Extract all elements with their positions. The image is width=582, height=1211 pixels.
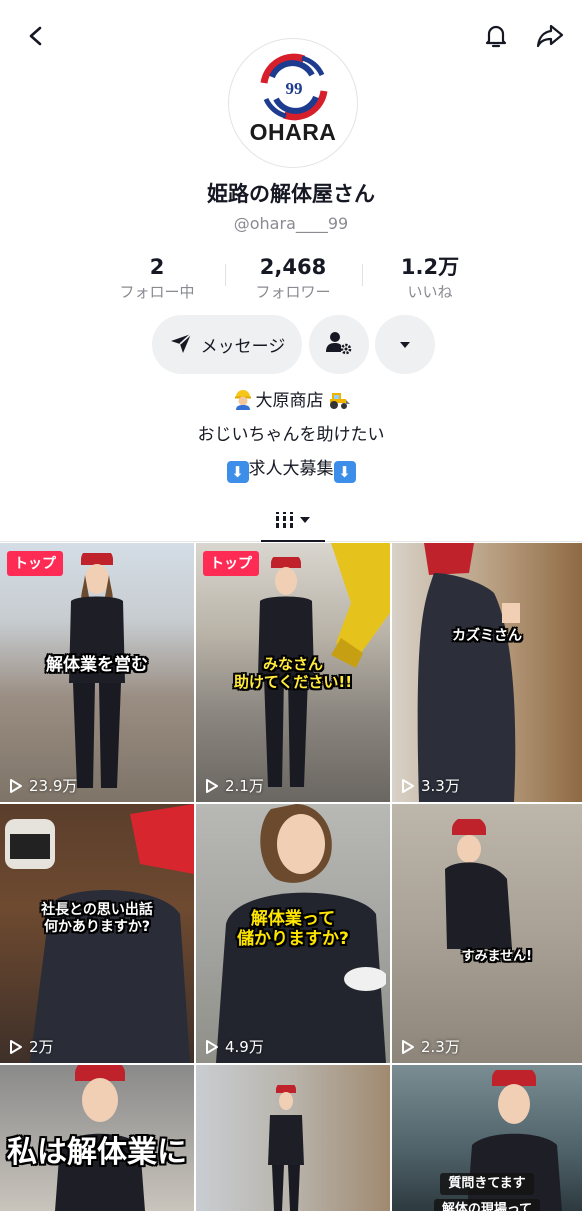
following-count: 2 (149, 255, 165, 279)
video-caption: 解体業を営む (46, 655, 148, 675)
chevron-left-icon[interactable] (18, 18, 54, 54)
bio-line-2: おじいちゃんを助けたい (197, 425, 385, 445)
video-tile-8[interactable] (196, 1065, 390, 1211)
view-count: 2万 (8, 1036, 54, 1057)
video-tile-6[interactable]: すみません! 2.3万 (392, 804, 582, 1063)
profile-name: 姫路の解体屋さん (207, 182, 375, 206)
likes-count: 1.2万 (400, 255, 460, 279)
videos-grid-tab[interactable] (261, 502, 325, 542)
video-tile-5[interactable]: 解体業って 儲かりますか? 4.9万 (196, 804, 390, 1063)
caption-line-2: 何かありますか? (43, 918, 151, 935)
stat-following[interactable]: 2 フォロー中 (87, 254, 227, 302)
view-count-text: 3.3万 (421, 777, 460, 795)
video-tile-3[interactable]: カズミさん 3.3万 (392, 543, 582, 802)
stat-followers[interactable]: 2,468 フォロワー (223, 254, 363, 302)
video-caption: 私は解体業に (7, 1135, 187, 1170)
bio-line-3-text: 求人大募集 (248, 459, 334, 479)
add-friend-button[interactable] (309, 315, 369, 374)
logo-number: 99 (286, 79, 303, 98)
person-figure (266, 1082, 306, 1211)
ohara-logo-icon: 99 (260, 53, 328, 121)
caption-box-2: 解体の現場って (433, 1198, 541, 1211)
video-tile-2[interactable]: トップ みなさん 助けてください!! 2.1万 (196, 543, 390, 802)
bio-line-1-text: 大原商店 (255, 391, 324, 411)
view-count-text: 2万 (29, 1038, 54, 1056)
video-caption: 質問きてます 解体の現場って (392, 1173, 582, 1211)
bio-line-1: 大原商店 (0, 386, 582, 415)
video-caption: みなさん 助けてください!! (196, 655, 390, 691)
view-count: 3.3万 (400, 775, 460, 796)
video-caption: 解体業って 儲かりますか? (196, 909, 390, 950)
video-tile-1[interactable]: トップ 解体業を営む 23.9万 (0, 543, 194, 802)
stat-likes[interactable]: 1.2万 いいね (360, 254, 500, 302)
play-icon (402, 1039, 414, 1054)
share-arrow-icon[interactable] (532, 18, 568, 54)
caption-line-2: 儲かりますか? (237, 929, 349, 950)
person-figure (65, 547, 129, 798)
caption-box-1: 質問きてます (440, 1173, 534, 1195)
person-figure (437, 816, 517, 959)
view-count-text: 4.9万 (225, 1038, 264, 1056)
logo-text: OHARA (249, 119, 337, 145)
grid-filter-icon (270, 506, 316, 538)
more-dropdown-button[interactable] (375, 315, 435, 374)
view-count: 2.1万 (204, 775, 264, 796)
video-caption: カズミさん (452, 628, 522, 644)
person-figure (414, 543, 524, 802)
person-gear-icon (325, 330, 353, 360)
caption-line-2: 助けてください!! (233, 673, 353, 691)
followers-count: 2,468 (259, 255, 327, 279)
send-icon (169, 332, 193, 358)
helmet-visor (130, 804, 194, 874)
play-icon (206, 1039, 218, 1054)
profile-handle: @ohara____99 (233, 214, 349, 233)
caret-down-icon (398, 335, 412, 354)
tab-underline (261, 540, 325, 542)
content-tab-bar (0, 496, 582, 542)
down-arrow-icon: ⬇ (333, 461, 356, 483)
view-count-text: 2.3万 (421, 1038, 460, 1056)
play-icon (402, 778, 414, 793)
view-count-text: 2.1万 (225, 777, 264, 795)
caption-line-1: 解体業って (250, 909, 336, 929)
message-button[interactable]: メッセージ (152, 315, 302, 374)
message-label: メッセージ (200, 337, 286, 357)
video-caption: 社長との思い出話 何かありますか? (0, 902, 194, 936)
play-icon (10, 1039, 22, 1054)
view-count-text: 23.9万 (29, 777, 78, 795)
view-count: 23.9万 (8, 775, 77, 796)
avatar[interactable]: 99 OHARA (228, 38, 358, 168)
video-tile-9[interactable]: 質問きてます 解体の現場って (392, 1065, 582, 1211)
top-badge: トップ (203, 551, 259, 576)
glove (5, 819, 55, 869)
video-caption: すみません! (461, 949, 532, 964)
play-icon (10, 778, 22, 793)
bell-icon[interactable] (478, 18, 514, 54)
play-icon (206, 778, 218, 793)
tractor-emoji-icon (326, 388, 350, 415)
view-count: 2.3万 (400, 1036, 460, 1057)
view-count: 4.9万 (204, 1036, 264, 1057)
worker-emoji-icon (233, 388, 253, 415)
down-arrow-icon: ⬇ (226, 461, 249, 483)
top-badge: トップ (7, 551, 63, 576)
followers-label: フォロワー (255, 283, 331, 301)
video-tile-7[interactable]: 私は解体業に (0, 1065, 194, 1211)
video-tile-4[interactable]: 社長との思い出話 何かありますか? 2万 (0, 804, 194, 1063)
likes-label: いいね (407, 283, 453, 301)
caption-line-1: みなさん (262, 655, 323, 673)
following-label: フォロー中 (119, 283, 195, 301)
bio-line-3: ⬇ 求人大募集 ⬇ (0, 454, 582, 483)
action-buttons: メッセージ (0, 315, 582, 375)
stats-row: 2 フォロー中 2,468 フォロワー 1.2万 いいね (0, 254, 582, 304)
caption-line-1: 社長との思い出話 (41, 902, 153, 918)
